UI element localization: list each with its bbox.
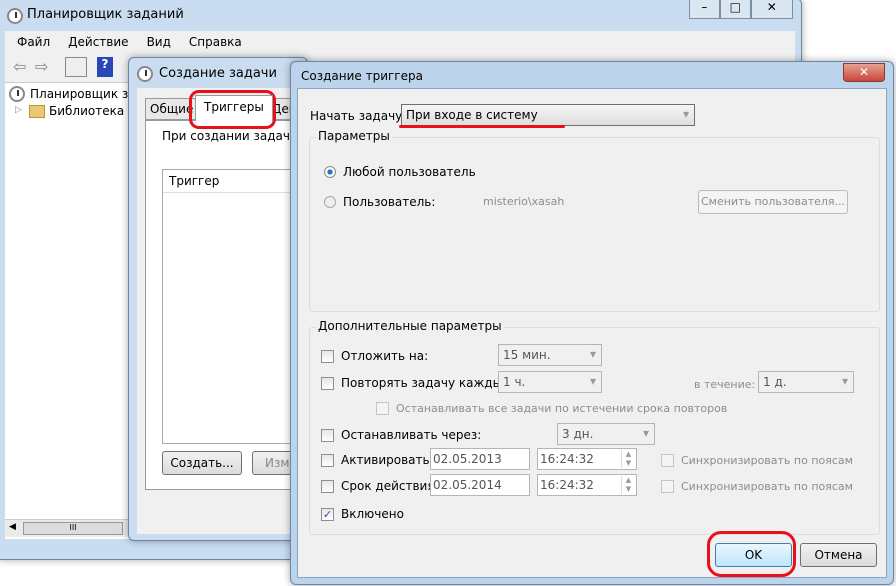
user-radio[interactable] [324,196,336,208]
user-value: misterio\xasah [483,195,565,208]
close-button[interactable]: ✕ [843,63,885,82]
start-task-label: Начать задачу: [310,109,407,123]
delay-select[interactable]: 15 мин. [498,344,602,366]
highlight-ok-button [707,531,796,577]
start-task-value: При входе в систему [406,108,538,122]
expire-sync-label: Синхронизировать по поясам [681,480,853,493]
stop-after-label: Останавливать через: [341,428,482,442]
duration-label: в течение: [694,378,756,391]
create-trigger-button[interactable]: Создать... [162,451,242,475]
dialog-title: Создание задачи [159,66,277,81]
expire-label: Срок действия: [341,479,439,493]
time-spinner-icon[interactable]: ▲ ▼ [621,450,635,468]
expire-date[interactable]: 02.05.2014 [430,474,530,496]
delay-label: Отложить на: [341,349,429,363]
window-controls: – □ ✕ [689,0,794,19]
activate-label: Активировать: [341,453,434,467]
close-button[interactable]: ✕ [750,0,794,19]
enabled-checkbox[interactable]: ✓ [321,508,334,521]
time-spinner-icon[interactable]: ▲ ▼ [621,476,635,494]
change-user-button[interactable]: Сменить пользователя... [698,190,848,214]
back-icon[interactable]: ⇦ [13,57,26,76]
activate-sync-checkbox[interactable] [661,454,674,467]
console-tree-icon[interactable] [65,57,87,77]
stop-all-checkbox[interactable] [376,402,389,415]
clock-icon [9,86,25,102]
delay-checkbox[interactable] [321,350,334,363]
horizontal-scrollbar[interactable]: ◀ III [5,519,130,537]
params-legend: Параметры [316,129,392,143]
tree-panel: Планировщик за ▷ Библиотека п [5,83,136,539]
menu-action[interactable]: Действие [68,35,128,49]
user-label[interactable]: Пользователь: [343,195,435,209]
expand-icon[interactable]: ▷ [15,105,22,115]
stop-after-select[interactable]: 3 дн. [557,423,655,445]
menu-file[interactable]: Файл [17,35,50,49]
any-user-label[interactable]: Любой пользователь [343,165,476,179]
stop-after-checkbox[interactable] [321,429,334,442]
clock-icon [137,66,153,82]
menu-view[interactable]: Вид [147,35,171,49]
maximize-button[interactable]: □ [719,0,751,19]
repeat-label: Повторять задачу каждые: [341,376,514,390]
clock-icon [7,8,23,24]
tab-hint: При создании задачи м [162,129,311,143]
folder-icon [29,105,45,118]
tree-root[interactable]: Планировщик за [30,87,136,101]
scroll-left-icon[interactable]: ◀ [9,522,16,532]
activate-time-value: 16:24:32 [540,452,594,466]
minimize-button[interactable]: – [689,0,720,19]
create-task-dialog: Создание задачи Общие Триггеры Дей При с… [128,57,332,541]
highlight-underline [399,125,565,128]
params-group: Параметры Любой пользователь Пользовател… [309,129,880,312]
tree-library[interactable]: Библиотека п [49,104,136,118]
repeat-select[interactable]: 1 ч. [498,371,602,393]
activate-date[interactable]: 02.05.2013 [430,448,530,470]
tab-triggers[interactable]: Триггеры [195,95,273,121]
any-user-radio[interactable] [324,166,336,178]
activate-time[interactable]: 16:24:32 ▲ ▼ [537,448,637,470]
expire-time-value: 16:24:32 [540,478,594,492]
scroll-thumb[interactable]: III [23,522,123,535]
window-title: Планировщик заданий [27,7,184,22]
trigger-dialog-body: Начать задачу: При входе в систему Парам… [297,88,887,578]
enabled-label: Включено [341,507,404,521]
dialog-title: Создание триггера [301,69,423,83]
create-trigger-dialog: Создание триггера ✕ Начать задачу: При в… [290,61,894,585]
start-task-select[interactable]: При входе в систему [401,104,695,126]
advanced-group: Дополнительные параметры Отложить на: 15… [309,319,880,535]
duration-select[interactable]: 1 д. [758,371,854,393]
menu-help[interactable]: Справка [189,35,242,49]
task-dialog-body: Общие Триггеры Дей При создании задачи м… [137,88,332,534]
activate-sync-label: Синхронизировать по поясам [681,454,853,467]
repeat-checkbox[interactable] [321,377,334,390]
expire-sync-checkbox[interactable] [661,480,674,493]
help-icon[interactable]: ? [97,57,113,77]
advanced-legend: Дополнительные параметры [316,319,504,333]
menu-bar: Файл Действие Вид Справка [5,31,795,53]
expire-time[interactable]: 16:24:32 ▲ ▼ [537,474,637,496]
expire-checkbox[interactable] [321,480,334,493]
stop-all-label: Останавливать все задачи по истечении ср… [396,402,728,415]
activate-checkbox[interactable] [321,454,334,467]
cancel-button[interactable]: Отмена [800,543,877,567]
forward-icon[interactable]: ⇨ [35,57,48,76]
